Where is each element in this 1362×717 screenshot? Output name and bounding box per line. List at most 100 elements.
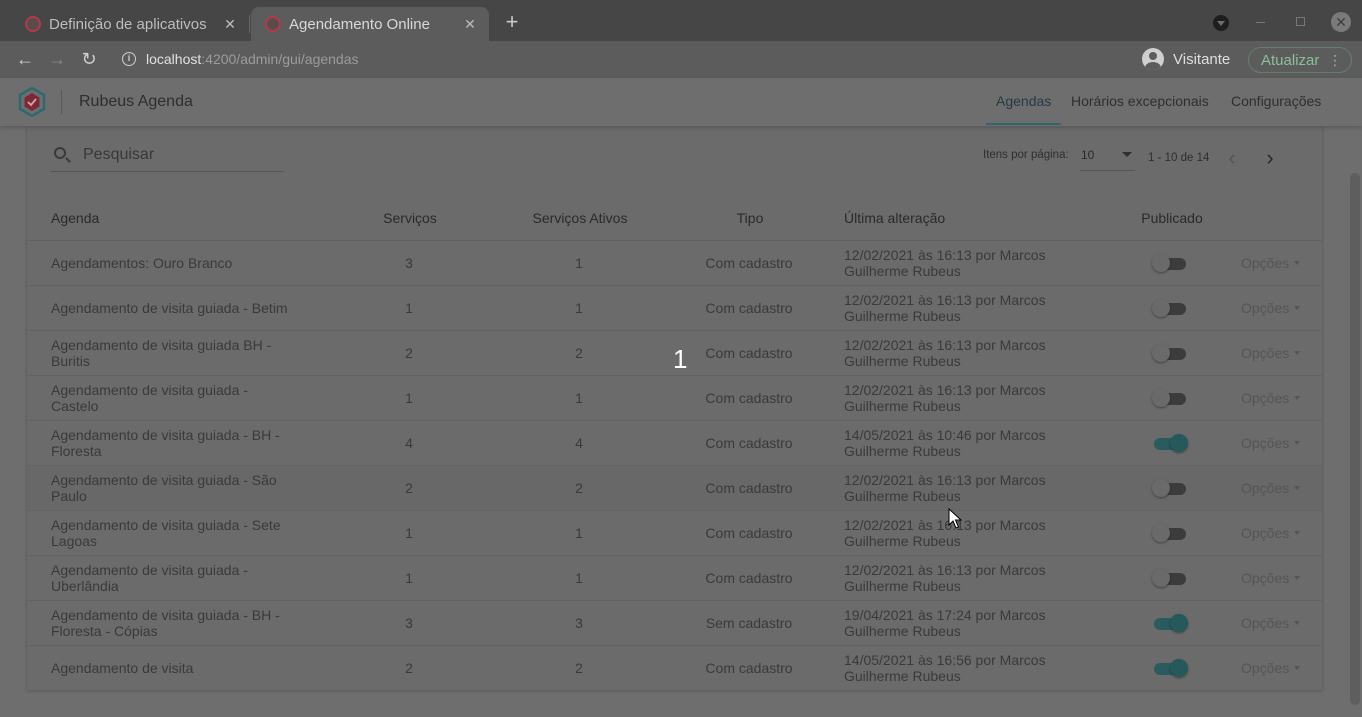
next-page-icon[interactable]: › [1260,147,1280,170]
ultima-alteracao-value: 12/02/2021 às 16:13 por Marcos Guilherme… [844,382,1046,414]
tipo-value: Com cadastro [705,300,793,316]
tipo-value: Com cadastro [705,345,793,361]
publicado-toggle[interactable] [1152,254,1188,272]
column-header-agenda[interactable]: Agenda [51,210,99,226]
header-divider [61,90,62,114]
scrollbar-thumb[interactable] [1350,173,1360,705]
publicado-toggle[interactable] [1152,479,1188,497]
publicado-toggle[interactable] [1152,569,1188,587]
opcoes-menu-button[interactable]: Opções [1241,570,1301,586]
table-row[interactable]: Agendamento de visita guiada - Betim 1 1 Co… [27,286,1322,331]
table-row[interactable]: Agendamentos: Ouro Branco 3 1 Com cadastro 1… [27,241,1322,286]
ultima-alteracao-value: 14/05/2021 às 16:56 por Marcos Guilherme… [844,652,1046,684]
tipo-value: Com cadastro [705,525,793,541]
toggle-knob [1170,614,1188,632]
column-header-servicos-ativos[interactable]: Serviços Ativos [533,210,628,226]
column-header-publicado[interactable]: Publicado [1141,210,1203,226]
info-icon[interactable]: i [122,52,136,66]
pagination-range: 1 - 10 de 14 [1148,152,1210,164]
servicos-ativos-count: 1 [575,390,583,406]
browser-tab-agendamento[interactable]: Agendamento Online ✕ [251,7,489,41]
table-row[interactable]: Agendamento de visita 2 2 Com cadastro 14/05… [27,646,1322,691]
opcoes-menu-button[interactable]: Opções [1241,480,1301,496]
table-row[interactable]: Agendamento de visita guiada - Castelo 1 1… [27,376,1322,421]
opcoes-menu-button[interactable]: Opções [1241,345,1301,361]
kebab-menu-icon[interactable]: ⋮ [1328,52,1342,68]
publicado-toggle[interactable] [1152,524,1188,542]
toggle-knob [1152,344,1170,362]
window-close-icon[interactable]: ✕ [1331,12,1351,32]
servicos-ativos-count: 1 [575,300,583,316]
opcoes-label: Opções [1241,570,1290,586]
tipo-value: Com cadastro [705,480,793,496]
opcoes-menu-button[interactable]: Opções [1241,660,1301,676]
ultima-alteracao-value: 19/04/2021 às 17:24 por Marcos Guilherme… [844,607,1046,639]
opcoes-menu-button[interactable]: Opções [1241,525,1301,541]
agenda-name: Agendamento de visita guiada - Sete Lago… [51,517,281,549]
search-input[interactable] [83,144,273,166]
publicado-toggle[interactable] [1152,434,1188,452]
table-row[interactable]: Agendamento de visita guiada - São Paulo… [27,466,1322,511]
plus-icon[interactable]: + [500,10,524,34]
page-size-select[interactable]: 10 [1080,143,1135,171]
servicos-count: 1 [405,300,413,316]
publicado-toggle[interactable] [1152,299,1188,317]
tab-search-icon[interactable] [1213,15,1229,31]
profile-button[interactable]: Visitante [1142,48,1230,70]
servicos-count: 2 [405,660,413,676]
address-bar[interactable]: i localhost:4200/admin/gui/agendas [112,49,359,69]
agenda-name: Agendamento de visita guiada - BH - Flor… [51,607,280,639]
publicado-toggle[interactable] [1152,659,1188,677]
agenda-name: Agendamento de visita [51,660,194,676]
app-title: Rubeus Agenda [79,93,193,110]
tipo-value: Com cadastro [705,660,793,676]
ultima-alteracao-value: 12/02/2021 às 16:13 por Marcos Guilherme… [844,562,1046,594]
close-icon[interactable]: ✕ [221,15,239,33]
reload-icon[interactable]: ↻ [79,49,99,69]
table-row[interactable]: Agendamento de visita guiada - BH - Flor… [27,601,1322,646]
publicado-toggle[interactable] [1152,614,1188,632]
active-tab-indicator [986,123,1061,125]
update-button[interactable]: Atualizar ⋮ [1248,47,1352,73]
publicado-toggle[interactable] [1152,344,1188,362]
chevron-down-icon [1122,152,1132,157]
opcoes-label: Opções [1241,525,1290,541]
table-row[interactable]: Agendamento de visita guiada - Uberlândi… [27,556,1322,601]
opcoes-label: Opções [1241,480,1290,496]
opcoes-menu-button[interactable]: Opções [1241,300,1301,316]
table-row[interactable]: Agendamento de visita guiada - BH - Flor… [27,421,1322,466]
search-field[interactable] [51,138,284,172]
column-header-tipo[interactable]: Tipo [737,210,764,226]
opcoes-menu-button[interactable]: Opções [1241,255,1301,271]
tab-configuracoes[interactable]: Configurações [1231,93,1321,109]
tab-agendas[interactable]: Agendas [996,93,1051,109]
close-icon[interactable]: ✕ [461,15,479,33]
servicos-ativos-count: 1 [575,525,583,541]
previous-page-icon[interactable]: ‹ [1222,147,1242,170]
servicos-count: 1 [405,525,413,541]
mouse-pointer-icon [948,508,962,529]
table-row[interactable]: Agendamento de visita guiada - Sete Lago… [27,511,1322,556]
servicos-count: 1 [405,570,413,586]
column-header-servicos[interactable]: Serviços [383,210,437,226]
maximize-icon[interactable] [1296,17,1305,26]
back-arrow-icon[interactable]: ← [15,49,35,69]
ultima-alteracao-value: 12/02/2021 às 16:13 por Marcos Guilherme… [844,472,1046,504]
app-header: Rubeus Agenda Agendas Horários excepcion… [0,78,1362,126]
opcoes-label: Opções [1241,435,1290,451]
column-header-ultima-alteracao[interactable]: Última alteração [844,210,945,226]
browser-tab-definicao[interactable]: Definição de aplicativos ✕ [11,7,249,41]
opcoes-label: Opções [1241,660,1290,676]
opcoes-menu-button[interactable]: Opções [1241,390,1301,406]
opcoes-menu-button[interactable]: Opções [1241,435,1301,451]
agenda-name: Agendamento de visita guiada - Uberlândi… [51,562,248,594]
minimize-icon[interactable] [1256,22,1265,23]
opcoes-menu-button[interactable]: Opções [1241,615,1301,631]
toggle-knob [1152,389,1170,407]
opcoes-label: Opções [1241,390,1290,406]
forward-arrow-icon[interactable]: → [47,49,67,69]
publicado-toggle[interactable] [1152,389,1188,407]
tab-horarios-excepcionais[interactable]: Horários excepcionais [1071,93,1209,109]
caret-down-icon [1294,261,1301,265]
browser-tab-strip: Definição de aplicativos ✕ Agendamento O… [0,0,1362,41]
